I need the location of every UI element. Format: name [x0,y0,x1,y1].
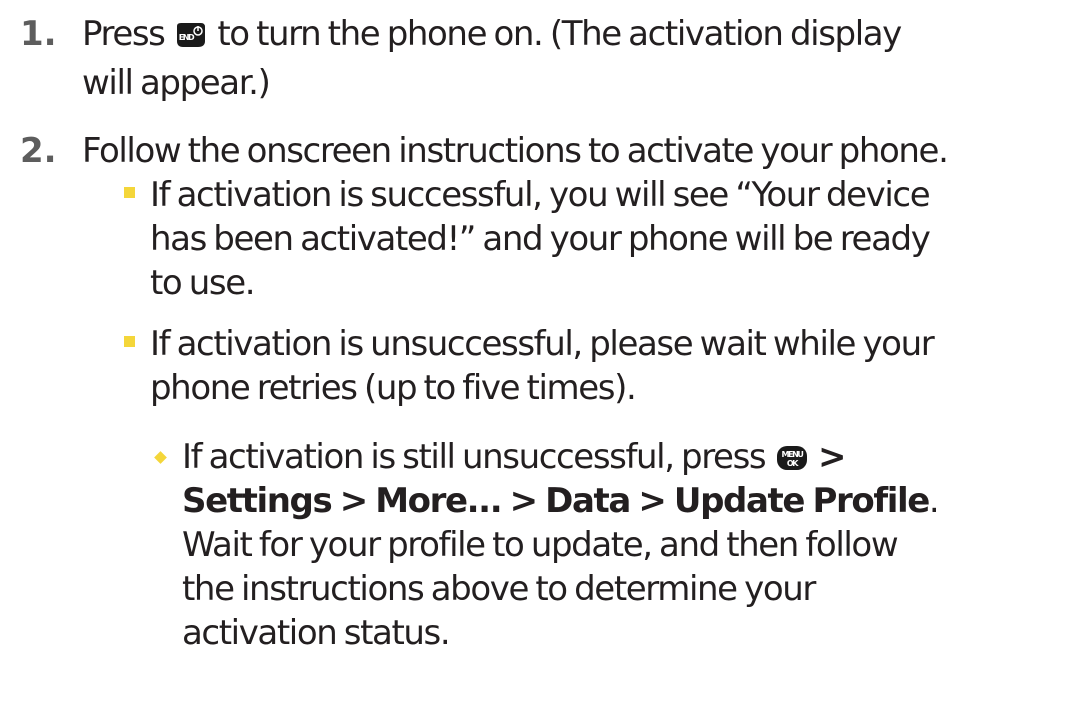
sub-bullet-line-2: Settings > More... > Data > Update Profi… [182,480,940,522]
menu-arrow: > [818,437,846,477]
settings-path-period: . [928,481,940,521]
bullet-2-line-2: phone retries (up to five times). [150,368,637,408]
step-2-line-1: Follow the onscreen instructions to acti… [82,131,949,171]
step-1-line-2: will appear.) [82,63,271,103]
step-1-continuation-text: to turn the phone on. (The activation di… [217,14,902,54]
sub-bullet-line-5: activation status. [182,613,451,653]
bullet-1-line-2: has been activated!” and your phone will… [150,219,931,259]
step-1-line-1: Press END to turn the phone on. (The act… [82,13,902,55]
sub-bullet-line-4: the instructions above to determine your [182,569,816,609]
step-number-1: 1. [20,14,57,54]
end-key-icon: END [174,21,208,49]
menu-ok-key-icon: MENU OK [775,444,809,472]
bullet-diamond-icon [154,451,167,464]
svg-text:END: END [179,33,195,42]
bullet-1-line-1: If activation is successful, you will se… [150,175,931,215]
sub-bullet-press-text: If activation is still unsuccessful, pre… [182,437,767,477]
bullet-1-line-3: to use. [150,263,256,303]
svg-text:MENU: MENU [781,450,803,459]
bullet-square-icon [124,336,135,347]
bullet-2-line-1: If activation is unsuccessful, please wa… [150,324,935,364]
sub-bullet-line-1: If activation is still unsuccessful, pre… [182,436,847,478]
settings-path: Settings > More... > Data > Update Profi… [182,481,930,521]
bullet-square-icon [124,187,135,198]
step-1-press-text: Press [82,14,166,54]
step-number-2: 2. [20,131,57,171]
sub-bullet-line-3: Wait for your profile to update, and the… [182,525,899,565]
